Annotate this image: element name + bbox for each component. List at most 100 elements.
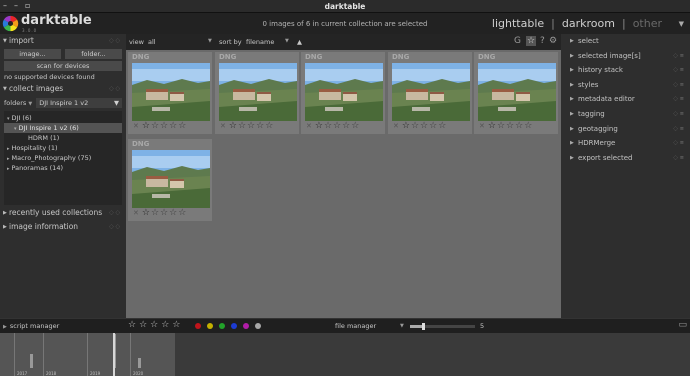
star-icon[interactable]: ☆ (506, 122, 514, 131)
import-image-button[interactable]: image... (4, 49, 61, 59)
folder-tree-item[interactable]: HDRM (1) (4, 133, 122, 143)
star-icon[interactable]: ☆ (411, 122, 419, 131)
star-icon[interactable]: ☆ (229, 122, 237, 131)
color-label-yellow-icon[interactable] (207, 323, 213, 329)
module-reset-icon[interactable]: ◌≡ (673, 63, 686, 78)
expander-closed-icon[interactable]: ▸ (7, 166, 10, 172)
reject-icon[interactable]: ✕ (133, 209, 139, 218)
star-icon[interactable]: ☆ (238, 122, 246, 131)
thumbnail-image[interactable] (478, 63, 556, 121)
view-lighttable[interactable]: lighttable (492, 17, 544, 30)
timeline-strip[interactable]: 2017 2018 2019 2020 (0, 333, 690, 376)
star-icon[interactable]: ☆ (142, 122, 150, 131)
thumbnail[interactable]: DNG ✕ ☆ ☆ ☆ ☆ ☆ (128, 139, 212, 221)
thumbnail[interactable]: DNG ✕ ☆ ☆ ☆ ☆ ☆ (215, 52, 299, 134)
star-icon[interactable]: ☆ (429, 122, 437, 131)
star-icon[interactable]: ☆ (178, 209, 186, 218)
star-icon[interactable]: ☆ (151, 209, 159, 218)
star-icon[interactable]: ☆ (160, 122, 168, 131)
reject-icon[interactable]: ✕ (133, 122, 139, 131)
star-icon[interactable]: ☆ (247, 122, 255, 131)
expander-open-icon[interactable]: ▾ (14, 126, 17, 132)
module-reset-icon[interactable]: ◌≡ (673, 122, 686, 137)
star-icon[interactable]: ☆ (488, 122, 496, 131)
thumbnail[interactable]: DNG ✕ ☆ ☆ ☆ ☆ ☆ (128, 52, 212, 134)
reject-icon[interactable]: ✕ (479, 122, 485, 131)
module-reset-icon[interactable]: ◌≡ (673, 136, 686, 151)
expander-open-icon[interactable]: ▾ (7, 116, 10, 122)
reject-icon[interactable]: ✕ (220, 122, 226, 131)
right-panel-module[interactable]: ▶ HDRMerge ◌≡ (561, 136, 690, 151)
folder-tree-item[interactable]: ▾ DJI (6) (4, 113, 122, 123)
filter-icon[interactable]: ▼ (114, 99, 119, 107)
module-reset-icon[interactable]: ◌≡ (673, 107, 686, 122)
color-label-purple-icon[interactable] (243, 323, 249, 329)
color-label-green-icon[interactable] (219, 323, 225, 329)
layout-dropdown[interactable]: file manager (335, 322, 376, 330)
module-reset-icon[interactable]: ◌◌ (109, 206, 122, 220)
thumbnail[interactable]: DNG ✕ ☆ ☆ ☆ ☆ ☆ (301, 52, 385, 134)
star-icon[interactable]: ☆ (151, 122, 159, 131)
expander-closed-icon[interactable]: ▸ (7, 156, 10, 162)
zoom-slider-handle[interactable] (422, 323, 425, 330)
grouping-icon[interactable]: G (514, 36, 521, 46)
view-darkroom[interactable]: darkroom (562, 17, 615, 30)
color-label-red-icon[interactable] (195, 323, 201, 329)
thumbnail-image[interactable] (305, 63, 383, 121)
script-manager-header[interactable]: ▶ script manager (3, 322, 59, 330)
star-icon[interactable]: ☆ (169, 209, 177, 218)
folder-tree-item[interactable]: ▸ Hospitality (1) (4, 143, 122, 153)
color-label-blue-icon[interactable] (231, 323, 237, 329)
star-icon[interactable]: ☆ (333, 122, 341, 131)
view-other[interactable]: other (633, 17, 662, 30)
star-icon[interactable]: ☆ (265, 122, 273, 131)
star-icon[interactable]: ☆ (420, 122, 428, 131)
star-icon[interactable]: ☆ (515, 122, 523, 131)
zoom-value[interactable]: 5 (480, 322, 484, 330)
sort-value[interactable]: filename (246, 38, 274, 46)
right-panel-module[interactable]: ▶ geotagging ◌≡ (561, 122, 690, 137)
right-panel-module[interactable]: ▶ select (561, 34, 690, 49)
color-label-gray-icon[interactable] (255, 323, 261, 329)
right-panel-module[interactable]: ▶ tagging ◌≡ (561, 107, 690, 122)
right-panel-module[interactable]: ▶ metadata editor ◌≡ (561, 92, 690, 107)
rating-star-1-icon[interactable]: ☆ (128, 320, 136, 330)
collect-value-combo[interactable]: DJI Inspire 1 v2 ▼ (36, 98, 122, 108)
timeline-cursor[interactable] (113, 333, 115, 376)
overlays-star-icon[interactable]: ☆ (526, 36, 537, 46)
collect-module-header[interactable]: ▼ collect images ◌◌ (0, 82, 126, 96)
reject-icon[interactable]: ✕ (393, 122, 399, 131)
reject-icon[interactable]: ✕ (306, 122, 312, 131)
thumbnail-image[interactable] (132, 150, 210, 208)
right-panel-module[interactable]: ▶ styles ◌≡ (561, 78, 690, 93)
star-icon[interactable]: ☆ (169, 122, 177, 131)
right-panel-module[interactable]: ▶ selected image[s] ◌≡ (561, 49, 690, 64)
display-icon[interactable]: ▭ (678, 320, 687, 330)
star-icon[interactable]: ☆ (178, 122, 186, 131)
folder-tree-item[interactable]: ▾ DJI Inspire 1 v2 (6) (4, 123, 122, 133)
folder-tree-item[interactable]: ▸ Panoramas (14) (4, 163, 122, 173)
right-panel-module[interactable]: ▶ history stack ◌≡ (561, 63, 690, 78)
star-icon[interactable]: ☆ (160, 209, 168, 218)
chevron-down-icon[interactable]: ▼ (400, 323, 404, 329)
folder-tree-item[interactable]: ▸ Macro_Photography (75) (4, 153, 122, 163)
star-icon[interactable]: ☆ (497, 122, 505, 131)
thumbnail-image[interactable] (132, 63, 210, 121)
star-icon[interactable]: ☆ (402, 122, 410, 131)
preferences-gear-icon[interactable]: ⚙ (549, 36, 557, 46)
star-icon[interactable]: ☆ (438, 122, 446, 131)
module-reset-icon[interactable]: ◌◌ (109, 220, 122, 234)
module-reset-icon[interactable]: ◌≡ (673, 78, 686, 93)
thumbnail-image[interactable] (392, 63, 470, 121)
chevron-down-icon[interactable]: ▼ (208, 38, 212, 44)
module-reset-icon[interactable]: ◌≡ (673, 92, 686, 107)
star-icon[interactable]: ☆ (324, 122, 332, 131)
thumbnail[interactable]: DNG ✕ ☆ ☆ ☆ ☆ ☆ (474, 52, 558, 134)
module-reset-icon[interactable]: ◌≡ (673, 151, 686, 166)
chevron-down-icon[interactable]: ▼ (285, 38, 289, 44)
star-icon[interactable]: ☆ (142, 209, 150, 218)
zoom-slider[interactable] (410, 323, 475, 330)
rating-star-5-icon[interactable]: ☆ (172, 320, 180, 330)
rating-star-3-icon[interactable]: ☆ (150, 320, 158, 330)
module-reset-icon[interactable]: ◌◌ (109, 34, 122, 48)
